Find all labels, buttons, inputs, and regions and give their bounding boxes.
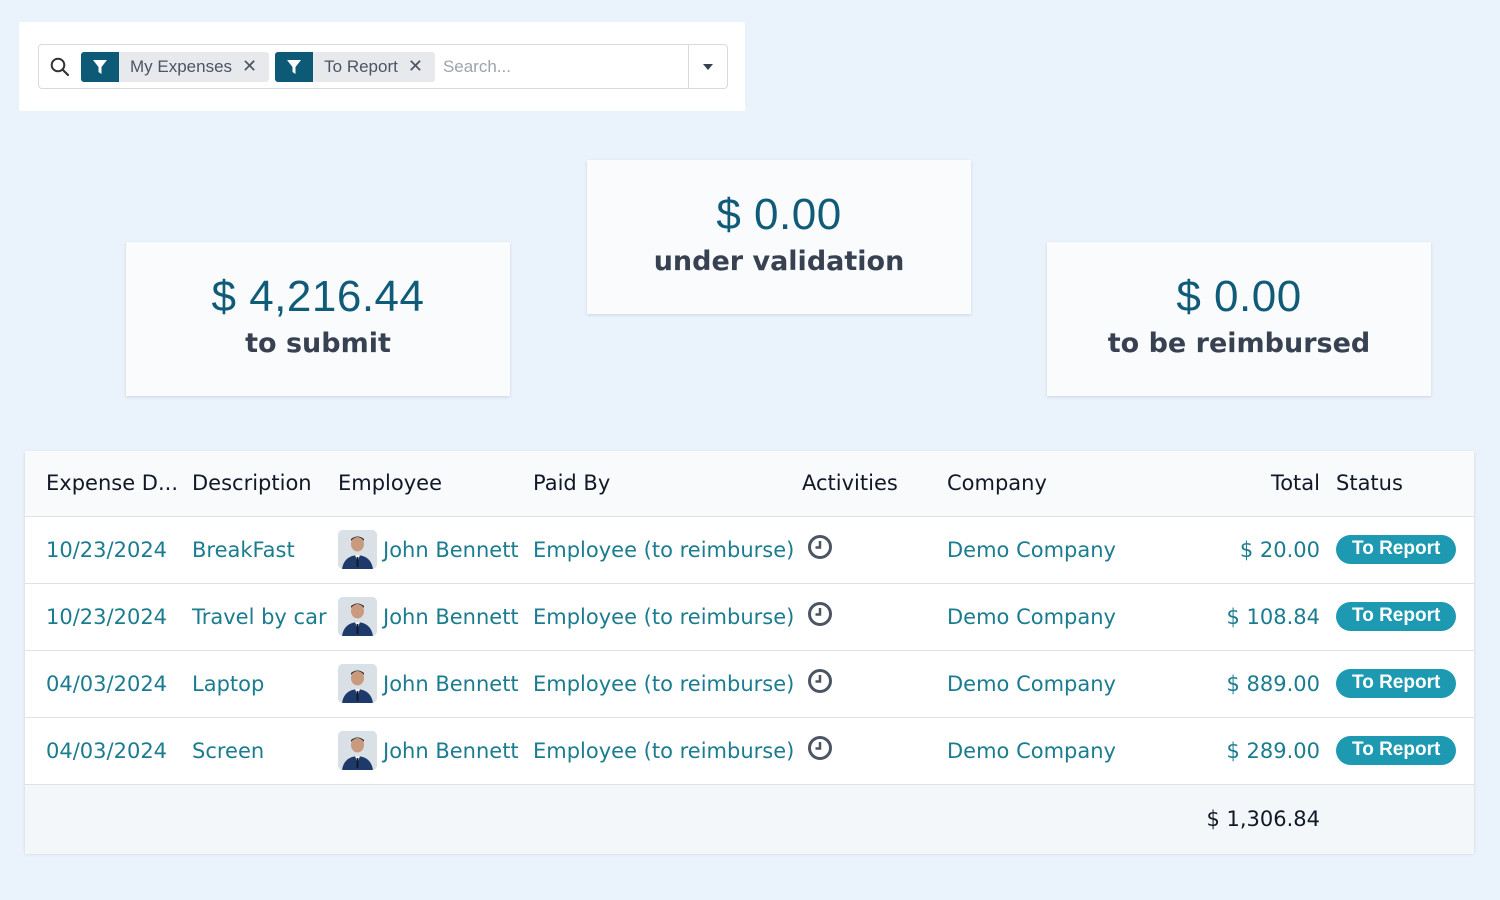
status-badge: To Report (1336, 535, 1457, 564)
column-header-status[interactable]: Status (1336, 451, 1474, 516)
paid-by: Employee (to reimburse) (533, 604, 795, 629)
expense-total: $ 20.00 (1239, 537, 1320, 562)
employee-cell[interactable]: John Bennett (338, 597, 533, 636)
expense-description: Travel by car (192, 604, 327, 629)
search-bar: My Expenses ✕ To Report ✕ (38, 44, 728, 89)
facet-label: My Expenses (130, 56, 233, 76)
expense-total: $ 289.00 (1226, 738, 1320, 763)
expense-total: $ 889.00 (1226, 671, 1320, 696)
footer-total: $ 1,306.84 (1206, 807, 1320, 832)
expense-date: 10/23/2024 (46, 537, 168, 562)
clock-icon[interactable] (807, 735, 833, 766)
summary-card-under-validation[interactable]: $ 0.00 under validation (587, 160, 971, 314)
company: Demo Company (947, 738, 1116, 763)
facet-label: To Report (324, 56, 398, 76)
summary-card-to-be-reimbursed[interactable]: $ 0.00 to be reimbursed (1047, 242, 1431, 396)
facet-my-expenses: My Expenses ✕ (81, 51, 270, 82)
employee-cell[interactable]: John Bennett (338, 530, 533, 569)
clock-icon[interactable] (807, 668, 833, 699)
table-footer-row: $ 1,306.84 (25, 784, 1474, 854)
column-header-company[interactable]: Company (947, 451, 1179, 516)
column-header-description[interactable]: Description (192, 451, 338, 516)
summary-label: to submit (245, 328, 391, 359)
clock-icon[interactable] (807, 534, 833, 565)
avatar (338, 731, 377, 770)
paid-by: Employee (to reimburse) (533, 537, 795, 562)
table-header-row: Expense D... Description Employee Paid B… (25, 451, 1474, 516)
clock-icon[interactable] (807, 601, 833, 632)
avatar (338, 664, 377, 703)
employee-name: John Bennett (383, 537, 519, 562)
company: Demo Company (947, 671, 1116, 696)
column-header-employee[interactable]: Employee (338, 451, 533, 516)
expense-description: Laptop (192, 671, 265, 696)
expense-description: Screen (192, 738, 265, 763)
table-row[interactable]: 10/23/2024 BreakFast John Bennett Employ… (25, 516, 1474, 583)
table-row[interactable]: 04/03/2024 Laptop John Bennett Employee … (25, 650, 1474, 717)
filter-icon (275, 51, 314, 82)
column-header-total[interactable]: Total (1179, 451, 1336, 516)
status-badge: To Report (1336, 669, 1457, 698)
close-icon[interactable]: ✕ (242, 56, 269, 77)
column-header-paid-by[interactable]: Paid By (533, 451, 802, 516)
summary-amount: $ 4,216.44 (211, 272, 425, 321)
expense-total: $ 108.84 (1226, 604, 1320, 629)
table-row[interactable]: 10/23/2024 Travel by car John Bennett Em… (25, 583, 1474, 650)
expense-description: BreakFast (192, 537, 295, 562)
column-header-activities[interactable]: Activities (802, 451, 947, 516)
avatar (338, 597, 377, 636)
summary-label: to be reimbursed (1107, 328, 1371, 359)
employee-name: John Bennett (383, 671, 519, 696)
company: Demo Company (947, 537, 1116, 562)
expenses-table: Expense D... Description Employee Paid B… (25, 451, 1474, 854)
avatar (338, 530, 377, 569)
search-icon[interactable] (39, 57, 81, 77)
close-icon[interactable]: ✕ (408, 56, 435, 77)
summary-amount: $ 0.00 (1176, 272, 1302, 321)
summary-label: under validation (653, 246, 905, 277)
employee-name: John Bennett (383, 604, 519, 629)
status-badge: To Report (1336, 736, 1457, 765)
employee-cell[interactable]: John Bennett (338, 664, 533, 703)
filter-icon (81, 51, 119, 82)
column-header-expense-date[interactable]: Expense D... (25, 451, 192, 516)
search-input[interactable] (440, 50, 688, 83)
employee-name: John Bennett (383, 738, 519, 763)
paid-by: Employee (to reimburse) (533, 671, 795, 696)
search-options-toggle[interactable] (688, 45, 727, 88)
summary-amount: $ 0.00 (716, 190, 842, 239)
status-badge: To Report (1336, 602, 1457, 631)
expense-date: 10/23/2024 (46, 604, 168, 629)
caret-down-icon (703, 63, 713, 70)
expense-date: 04/03/2024 (46, 738, 168, 763)
paid-by: Employee (to reimburse) (533, 738, 795, 763)
company: Demo Company (947, 604, 1116, 629)
employee-cell[interactable]: John Bennett (338, 731, 533, 770)
expense-date: 04/03/2024 (46, 671, 168, 696)
facet-to-report: To Report ✕ (275, 51, 435, 82)
table-row[interactable]: 04/03/2024 Screen John Bennett Employee … (25, 717, 1474, 784)
search-panel: My Expenses ✕ To Report ✕ (19, 22, 745, 111)
summary-card-to-submit[interactable]: $ 4,216.44 to submit (126, 242, 510, 396)
